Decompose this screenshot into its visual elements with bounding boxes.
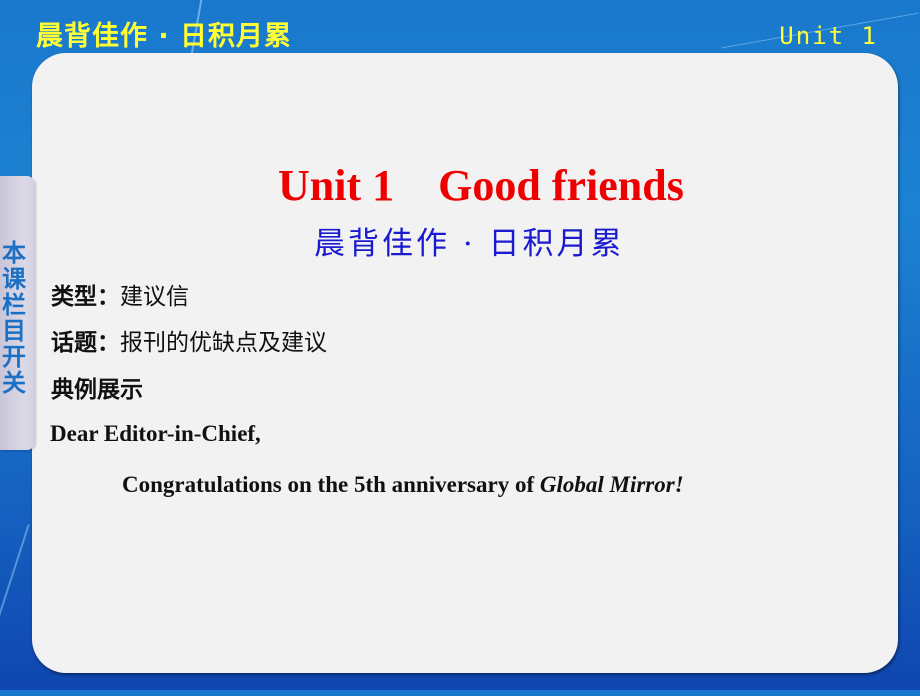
type-value: 建议信 [120, 284, 189, 310]
topic-line: 话题：报刊的优缺点及建议 [51, 323, 327, 357]
letter-body-line: Congratulations on the 5th anniversary o… [122, 472, 684, 498]
slide-subtitle: 晨背佳作 · 日积月累 [314, 226, 625, 262]
section-title: 晨背佳作 · 日积月累 [36, 21, 293, 52]
topic-label: 话题： [51, 330, 120, 356]
course-column-toggle-button[interactable]: 本课栏目开关 [0, 176, 35, 450]
side-tab-label: 本课栏目开关 [2, 238, 26, 397]
background-streak [0, 524, 30, 696]
letter-greeting: Dear Editor-in-Chief, [50, 421, 261, 446]
letter-body-text: Congratulations on the 5th anniversary o… [122, 472, 540, 497]
example-heading: 典例展示 [51, 377, 143, 403]
topic-value: 报刊的优缺点及建议 [120, 330, 327, 356]
type-line: 类型：建议信 [51, 277, 189, 311]
type-label: 类型： [51, 284, 120, 310]
unit-label: Unit 1 [779, 22, 878, 50]
content-panel [32, 53, 898, 673]
publication-name: Global Mirror! [539, 472, 684, 497]
slide-title: Unit 1 Good friends [278, 161, 684, 210]
